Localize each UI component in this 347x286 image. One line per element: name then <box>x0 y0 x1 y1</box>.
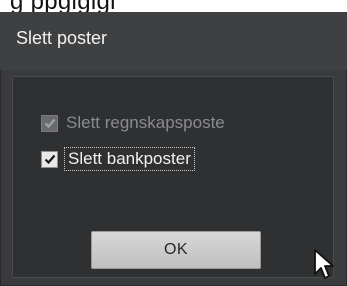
option-slett-regnskapsposter: Slett regnskapsposte <box>41 111 225 135</box>
ok-button[interactable]: OK <box>91 231 261 269</box>
checkbox-slett-regnskapsposter <box>41 114 58 132</box>
checkbox-label: Slett regnskapsposte <box>66 113 225 132</box>
slett-poster-dialog: Slett poster Slett regnskapsposte Slett … <box>0 12 347 286</box>
checkmark-icon <box>44 154 55 165</box>
dialog-title: Slett poster <box>16 28 108 48</box>
checkbox-label[interactable]: Slett bankposter <box>64 147 195 171</box>
checkbox-slett-bankposter[interactable] <box>41 150 58 168</box>
checkmark-icon <box>44 118 55 129</box>
mouse-pointer-icon <box>314 249 334 279</box>
option-slett-bankposter[interactable]: Slett bankposter <box>41 147 195 171</box>
dialog-title-bar[interactable]: Slett poster <box>0 12 347 70</box>
dialog-content: Slett regnskapsposte Slett bankposter OK <box>12 76 334 278</box>
